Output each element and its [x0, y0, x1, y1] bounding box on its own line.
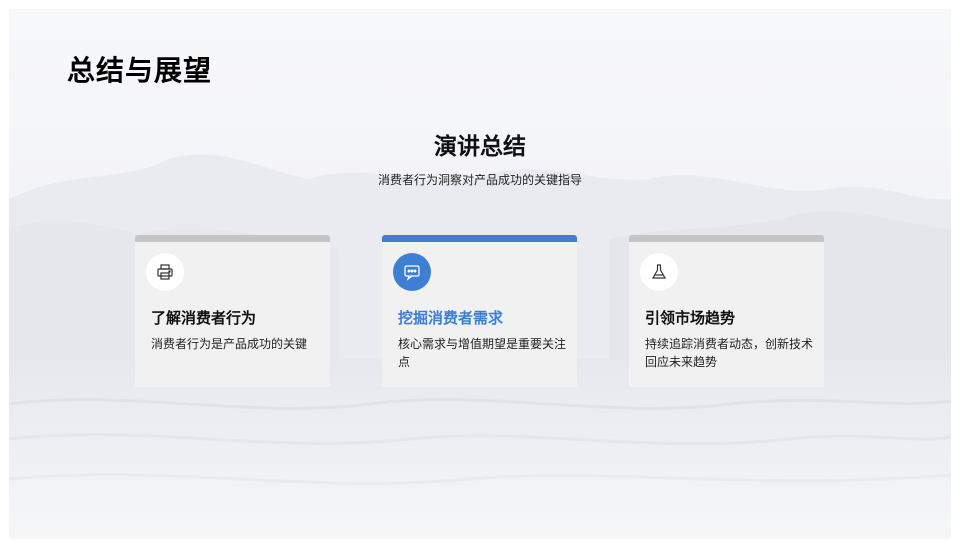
- printer-icon: [146, 253, 184, 291]
- summary-card-lead-trends[interactable]: 引领市场趋势 持续追踪消费者动态，创新技术回应未来趋势: [629, 235, 824, 387]
- card-description: 核心需求与增值期望是重要关注点: [398, 337, 567, 369]
- card-title: 了解消费者行为: [151, 309, 257, 327]
- card-title: 挖掘消费者需求: [398, 309, 504, 327]
- card-description: 消费者行为是产品成功的关键: [151, 337, 308, 351]
- page-title: 总结与展望: [67, 54, 213, 87]
- card-title: 引领市场趋势: [645, 309, 736, 327]
- card-description: 持续追踪消费者动态，创新技术回应未来趋势: [645, 337, 814, 369]
- chat-bubble-icon: [393, 253, 431, 291]
- slide: 总结与展望 演讲总结 消费者行为洞察对产品成功的关键指导 了解消费者行为 消费者…: [9, 9, 951, 539]
- summary-card-understand-behavior[interactable]: 了解消费者行为 消费者行为是产品成功的关键: [135, 235, 330, 387]
- summary-subtitle: 消费者行为洞察对产品成功的关键指导: [377, 173, 582, 187]
- summary-title: 演讲总结: [434, 134, 526, 160]
- summary-card-discover-needs[interactable]: 挖掘消费者需求 核心需求与增值期望是重要关注点: [382, 235, 577, 387]
- flask-icon: [640, 253, 678, 291]
